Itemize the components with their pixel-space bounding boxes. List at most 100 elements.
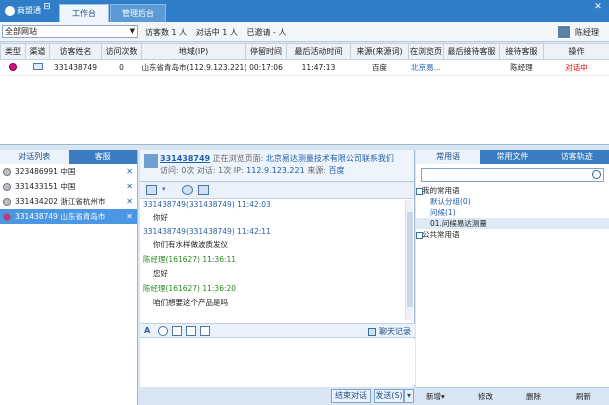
- file-icon[interactable]: [200, 326, 210, 336]
- channel-cell: [25, 59, 50, 76]
- tab-admin[interactable]: 管理后台: [110, 4, 166, 22]
- message-sender: 陈经理(161627) 11:36:11: [143, 255, 237, 264]
- column-header[interactable]: 操作: [543, 43, 609, 60]
- table-cell: [443, 59, 500, 76]
- chevron-down-icon[interactable]: ▾: [162, 185, 173, 195]
- column-header[interactable]: 最后活动时间: [286, 43, 351, 60]
- search-icon[interactable]: [592, 170, 601, 179]
- screenshot-icon[interactable]: [172, 326, 182, 336]
- emoji-icon[interactable]: [158, 326, 168, 336]
- tab-visitor-trace[interactable]: 访客轨迹: [545, 150, 609, 164]
- history-icon: [368, 327, 377, 336]
- conversation-item[interactable]: 323486991 中国 ✕: [0, 164, 137, 179]
- message-text: 咱们想要这个产品是吗: [153, 298, 228, 307]
- chat-bottom-bar: 结束对话 发送(S) ▾: [140, 387, 415, 405]
- chat-panel: 331438749 正在浏览页面: 北京易达测量技术有限公司联系我们 访问: 0…: [140, 150, 415, 405]
- tab-agents[interactable]: 客服: [69, 150, 138, 164]
- scrollbar-thumb[interactable]: [407, 212, 413, 307]
- tab-quick-replies[interactable]: 常用语: [416, 150, 481, 164]
- chat-history-button[interactable]: 聊天记录: [368, 326, 411, 337]
- close-conversation-icon[interactable]: ✕: [126, 182, 133, 191]
- conversation-item[interactable]: 331433151 中国 ✕: [0, 179, 137, 194]
- column-header[interactable]: 接待客服: [499, 43, 544, 60]
- message-input[interactable]: [140, 339, 415, 385]
- browsing-label: 正在浏览页面:: [212, 154, 264, 163]
- table-cell: 331438749: [49, 59, 102, 76]
- table-cell[interactable]: 对话中: [543, 59, 609, 76]
- message-text: 你们有水样做波质发仪: [153, 240, 228, 249]
- quick-reply-node[interactable]: 公共常用语: [416, 229, 609, 240]
- quick-reply-node[interactable]: 默认分组(0): [416, 196, 609, 207]
- column-header[interactable]: 在浏览页: [408, 43, 444, 60]
- send-button[interactable]: 发送(S): [374, 389, 404, 403]
- chat-message: 331438749(331438749) 11:42:03 你好: [140, 200, 405, 223]
- quick-reply-node[interactable]: 我的常用语: [416, 185, 609, 196]
- end-chat-button[interactable]: 结束对话: [331, 389, 371, 403]
- edit-button[interactable]: 修改: [478, 391, 493, 402]
- user-transfer-icon[interactable]: [182, 185, 193, 195]
- chat-message: 331438749(331438749) 11:42:11 你们有水样做波质发仪: [140, 227, 405, 250]
- tab-conversation-list[interactable]: 对话列表: [0, 150, 69, 164]
- chat-message: 陈经理(161627) 11:36:11 您好: [140, 254, 405, 279]
- add-button[interactable]: 新增▾: [426, 391, 445, 402]
- table-row[interactable]: 331438749 0 山东省青岛市(112.9.123.221) 00:17:06 1…: [0, 59, 609, 76]
- app-logo-icon: [5, 6, 15, 16]
- message-scrollbar[interactable]: [405, 200, 413, 320]
- message-sender: 331438749(331438749) 11:42:11: [143, 227, 271, 236]
- chat-toolbar: ▾: [140, 182, 414, 199]
- column-header[interactable]: 渠道: [25, 43, 50, 60]
- conversation-label: 331433151 中国: [15, 182, 76, 191]
- quick-reply-search[interactable]: [421, 168, 604, 182]
- top-bar: 商盟通 工作台 管理后台 ⊟ ✕: [0, 0, 609, 22]
- chat-message: 陈经理(161627) 11:36:20 咱们想要这个产品是吗: [140, 283, 405, 308]
- lock-icon[interactable]: [198, 185, 209, 195]
- current-user[interactable]: 陈经理: [557, 25, 599, 39]
- column-header[interactable]: 类型: [0, 43, 26, 60]
- delete-button[interactable]: 删除: [526, 391, 541, 402]
- invited-count: 已邀请 - 人: [246, 28, 287, 37]
- visitor-status-icon: [3, 167, 11, 176]
- table-cell: 00:17:06: [245, 59, 287, 76]
- close-conversation-icon[interactable]: ✕: [126, 197, 133, 206]
- minimize-icon[interactable]: ⊟: [40, 2, 54, 13]
- site-select[interactable]: 全部网站 ▼: [2, 25, 138, 38]
- send-options-icon[interactable]: ▾: [404, 389, 414, 403]
- font-icon[interactable]: A: [144, 326, 154, 336]
- source-label: 来源:: [307, 166, 326, 175]
- close-conversation-icon[interactable]: ✕: [126, 212, 133, 221]
- chat-visitor-id[interactable]: 331438749: [160, 154, 210, 163]
- browsing-page[interactable]: 北京易达测量技术有限公司联系我们: [266, 154, 394, 163]
- column-header[interactable]: 停留时间: [245, 43, 287, 60]
- image-icon[interactable]: [186, 326, 196, 336]
- column-header[interactable]: 访问次数: [101, 43, 142, 60]
- computer-icon: [32, 63, 43, 70]
- close-conversation-icon[interactable]: ✕: [126, 167, 133, 176]
- history-label: 聊天记录: [379, 327, 411, 336]
- tab-common-files[interactable]: 常用文件: [480, 150, 544, 164]
- site-select-value: 全部网站: [5, 27, 37, 36]
- visitor-status-icon: [3, 182, 11, 191]
- conversation-list-panel: 对话列表 客服 323486991 中国 ✕ 331433151 中国 ✕ 331434…: [0, 150, 138, 405]
- visitor-status-icon: [3, 212, 11, 221]
- column-header[interactable]: 最后接待客服: [443, 43, 500, 60]
- conversation-item[interactable]: 331434202 浙江省杭州市 ✕: [0, 194, 137, 209]
- visitor-count: 访客数 1 人: [145, 28, 188, 37]
- table-cell: 11:47:13: [286, 59, 351, 76]
- quick-reply-node[interactable]: 01.问候易达测量: [416, 218, 609, 229]
- column-header[interactable]: 地域(IP): [141, 43, 246, 60]
- table-cell: 山东省青岛市(112.9.123.221): [141, 59, 246, 76]
- tab-workbench[interactable]: 工作台: [59, 4, 109, 22]
- quick-reply-node[interactable]: 问候(1): [416, 207, 609, 218]
- refresh-button[interactable]: 刷新: [576, 391, 591, 402]
- conversation-list: 323486991 中国 ✕ 331433151 中国 ✕ 331434202 浙江省杭…: [0, 164, 137, 224]
- left-tabs: 对话列表 客服: [0, 150, 137, 164]
- visit-meta: 访问: 0次 对话: 1次 IP:: [160, 166, 244, 175]
- folder-icon[interactable]: [146, 185, 157, 195]
- column-header[interactable]: 访客姓名: [49, 43, 102, 60]
- close-icon[interactable]: ✕: [591, 2, 605, 13]
- quick-reply-panel: 常用语 常用文件 访客轨迹 我的常用语 默认分组(0) 问候(1) 01.问候易达测量…: [416, 150, 609, 405]
- column-header[interactable]: 来源(来源词): [350, 43, 409, 60]
- chat-header-line2: 访问: 0次 对话: 1次 IP: 112.9.123.221 来源: 百度: [160, 165, 345, 176]
- conversation-item[interactable]: 331438749 山东省青岛市 ✕: [0, 209, 137, 224]
- conversation-label: 331438749 山东省青岛市: [15, 212, 106, 221]
